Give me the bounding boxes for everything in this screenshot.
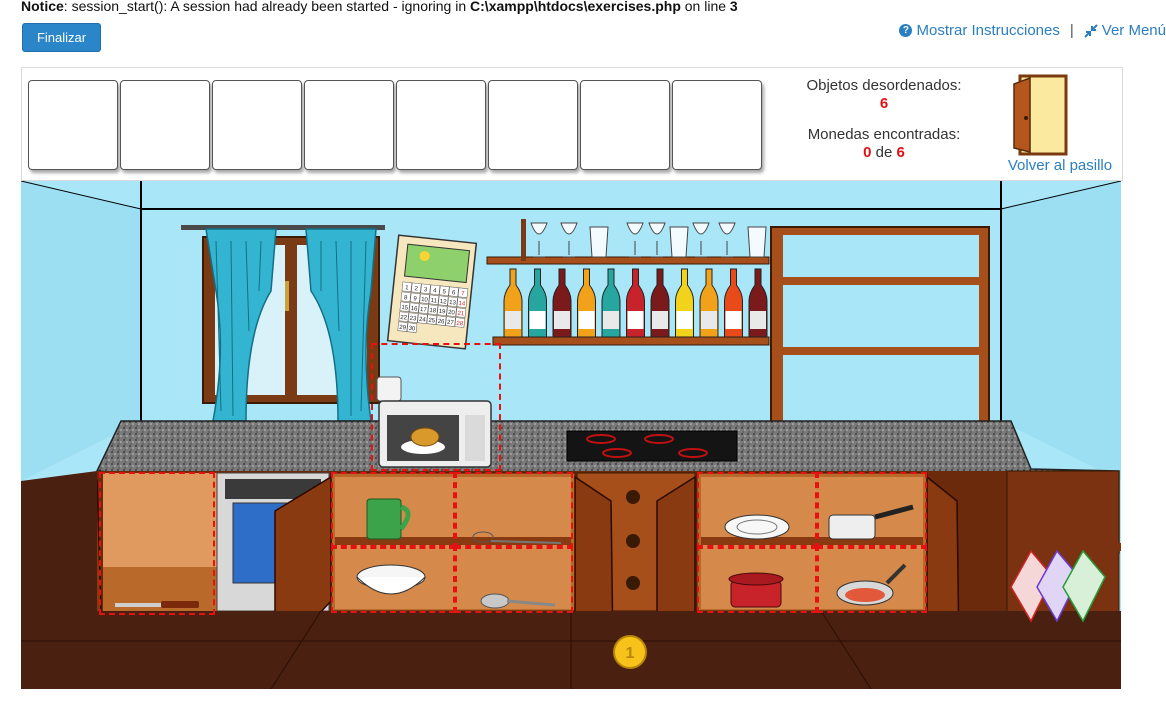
calendar-day: 17 [420, 307, 428, 314]
bottle-label [554, 311, 570, 329]
coins-counter: 0 de 6 [792, 144, 976, 161]
calendar-day: 29 [399, 325, 407, 332]
glass [669, 226, 689, 258]
calendar-day: 14 [458, 301, 466, 308]
top-links: ? Mostrar Instrucciones | Ver Menú [899, 22, 1166, 39]
notice-label: Notice [21, 0, 64, 14]
tall-shelf [770, 226, 990, 438]
calendar-day: 16 [410, 306, 418, 313]
finalize-button[interactable]: Finalizar [22, 23, 101, 52]
calendar-day: 19 [438, 309, 446, 316]
inventory-slot[interactable] [212, 80, 302, 170]
inventory-slot[interactable] [304, 80, 394, 170]
calendar-day: 28 [456, 321, 464, 328]
calendar-day: 26 [437, 319, 445, 326]
inventory-slot[interactable] [672, 80, 762, 170]
kitchen-scene: 1 2 3 4 5 6 7 8 9 10 11 12 13 14 15 16 17 18 19 20 21 22 23 24 2… [20, 180, 1122, 690]
middle-cabinet-lower-left-hotspot[interactable] [331, 545, 455, 613]
compress-icon [1084, 23, 1098, 38]
bottle-label [505, 311, 521, 329]
middle-cabinet-upper-right-hotspot[interactable] [455, 472, 573, 549]
glass [747, 226, 767, 258]
link-separator: | [1069, 22, 1074, 39]
calendar-day: 25 [428, 318, 436, 325]
middle-cabinet-upper-left-hotspot[interactable] [331, 472, 455, 549]
middle-cabinet-lower-right-hotspot[interactable] [455, 545, 573, 613]
view-menu-link[interactable]: Ver Menú [1084, 22, 1166, 39]
coins-found: 0 [863, 144, 872, 161]
calendar-day: 15 [401, 305, 409, 312]
inventory-slot[interactable] [488, 80, 578, 170]
game-hud: Objetos desordenados: 6 Monedas encontra… [21, 67, 1123, 181]
coins-label: Monedas encontradas: [807, 126, 961, 143]
door-icon[interactable] [1010, 74, 1070, 156]
bottle-label [578, 311, 595, 329]
coins-of: de [875, 144, 893, 161]
bottle-label [652, 311, 668, 329]
calendar-day: 10 [421, 297, 429, 304]
right-cabinet-upper-left-hotspot[interactable] [697, 472, 817, 549]
calendar-day: 30 [408, 326, 416, 333]
php-notice: Notice: session_start(): A session had a… [21, 0, 738, 15]
calendar-day: 20 [448, 310, 456, 317]
right-cabinet-lower-right-hotspot[interactable] [817, 545, 927, 613]
show-instructions-label: Mostrar Instrucciones [916, 22, 1060, 39]
left-cabinet-hotspot[interactable] [99, 472, 215, 615]
notice-line-text: on line [680, 0, 730, 14]
inventory-slot[interactable] [28, 80, 118, 170]
inventory-slot[interactable] [580, 80, 670, 170]
bottle-label [529, 311, 546, 329]
calendar-day: 23 [409, 316, 417, 323]
microwave-hotspot[interactable] [371, 343, 501, 471]
back-to-hallway-link[interactable]: Volver al pasillo [990, 157, 1130, 174]
disorder-label: Objetos desordenados: [806, 77, 962, 94]
inventory-slot[interactable] [396, 80, 486, 170]
notice-path: C:\xampp\htdocs\exercises.php [470, 0, 681, 14]
calendar-day: 18 [429, 308, 437, 315]
notice-line-number: 3 [729, 0, 738, 14]
calendar-day: 27 [447, 320, 455, 327]
right-cabinet-upper-right-hotspot[interactable] [817, 472, 927, 549]
glass [589, 226, 609, 258]
coins-total: 6 [896, 144, 905, 161]
bottle-label [750, 311, 766, 329]
bottle-label [603, 311, 619, 329]
disorder-count: 6 [879, 95, 889, 112]
calendar-day: 21 [457, 311, 465, 318]
show-instructions-link[interactable]: ? Mostrar Instrucciones [899, 22, 1060, 39]
bottle-label [725, 311, 742, 329]
calendar-day: 13 [449, 300, 457, 307]
calendar-day: 24 [419, 317, 427, 324]
coin[interactable]: 1 [613, 635, 647, 669]
view-menu-label: Ver Menú [1101, 22, 1166, 39]
svg-text:1: 1 [626, 645, 635, 662]
calendar-day: 22 [400, 315, 408, 322]
bottle-label [627, 311, 644, 329]
inventory-slot[interactable] [120, 80, 210, 170]
question-icon: ? [899, 24, 913, 37]
notice-message: : session_start(): A session had already… [63, 0, 471, 14]
bottle-label [701, 311, 717, 329]
bottle-label [676, 311, 693, 329]
right-cabinet-lower-left-hotspot[interactable] [697, 545, 817, 613]
calendar: 1 2 3 4 5 6 78 9 10 11 12 13 1415 16 17 18 19 20 2122 23 24 2… [386, 234, 478, 350]
calendar-day: 12 [439, 299, 447, 306]
